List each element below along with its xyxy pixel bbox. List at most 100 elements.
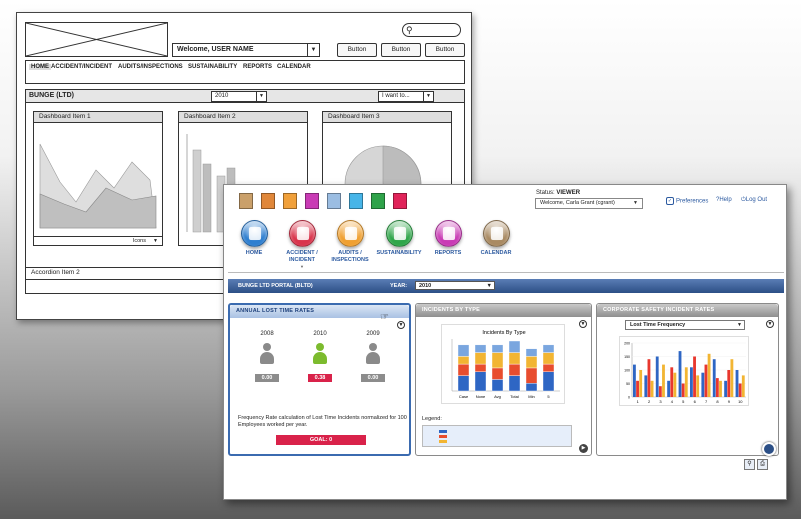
tick-label: None [476,394,486,399]
bar-segment [457,375,470,392]
card-title: INCIDENTS BY TYPE [416,304,591,317]
nav-label: SUSTAINABILITY [376,250,422,256]
rate-value: 0.00 [361,374,385,382]
theme-swatch-lightblue[interactable] [327,193,341,209]
theme-swatch-orange[interactable] [261,193,275,209]
bar [741,375,745,397]
collapse-icon[interactable]: ▼ [766,320,774,328]
zoom-button[interactable] [762,442,776,456]
safety-rates-chart-svg: 0 50 100 150 200 1 2 3 4 5 6 7 8 9 10 [624,342,746,404]
status-value: VIEWER [556,190,581,196]
bar [738,383,742,397]
legend-box [422,425,572,447]
year-select[interactable]: 2010 ▼ [415,281,495,290]
year-select[interactable]: 2010 ▼ [211,91,267,102]
theme-swatch-cyan[interactable] [349,193,363,209]
bar [667,380,671,397]
nav-calendar[interactable]: CALENDAR [470,220,522,257]
chevron-down-icon: ▼ [737,322,742,328]
nav-accident-incident[interactable]: ACCIDENT / INCIDENT ▼ [276,220,328,269]
divider [228,272,784,273]
mouse-cursor-icon: ☞ [380,312,389,323]
bar [636,380,639,397]
status-label: Status: [536,190,555,196]
nav-calendar[interactable]: CALENDAR [277,64,311,70]
bar-segment [474,363,487,372]
preferences-label: Preferences [676,198,709,205]
bar-segment [542,352,555,365]
bar [644,375,648,397]
wireframe-nav: HOME ACCIDENT/INCIDENT AUDITS/INSPECTION… [25,60,465,84]
i-want-to-select[interactable]: I want to... ▼ [378,91,434,102]
safety-rates-chart: 0 50 100 150 200 1 2 3 4 5 6 7 8 9 10 [619,336,749,406]
nav-sustainability[interactable]: SUSTAINABILITY [188,64,237,70]
chevron-down-icon[interactable]: ▼ [153,238,158,244]
logo-placeholder [25,22,168,57]
button-3[interactable]: Button [425,43,465,57]
chevron-down-icon: ▼ [423,92,433,101]
bottle-icon [385,220,413,247]
nav-audits-inspections[interactable]: AUDITS/INSPECTIONS [118,64,183,70]
nav-accident-incident[interactable]: ACCIDENT/INCIDENT [51,64,112,70]
legend-swatch [439,440,447,443]
panel-title: Dashboard Item 2 [179,112,307,123]
chevron-down-icon: ▼ [256,92,266,101]
logout-label: Log Out [745,197,768,203]
welcome-text: Welcome, USER NAME [177,46,254,53]
bar [633,364,636,397]
metric-select[interactable]: Lost Time Frequency ▼ [625,320,745,330]
clipboard-icon [336,220,364,247]
bar-segment [474,371,487,392]
i-want-to-value: I want to... [382,93,410,99]
bar [693,356,696,397]
button-1[interactable]: Button [337,43,377,57]
logout-link[interactable]: ⏻Log Out [741,197,767,204]
tick-label: 10 [738,399,743,404]
portal-label: BUNGE LTD PORTAL (BLTD) [238,283,313,289]
legend-swatch [439,435,447,438]
tick-label: 50 [626,382,630,386]
theme-swatch-tan[interactable] [239,193,253,209]
help-link[interactable]: ?Help [716,197,732,203]
tick-label: 1 [637,399,640,404]
tick-label: 5 [682,399,685,404]
bar-segment [491,367,504,380]
collapse-icon[interactable]: ▼ [579,320,587,328]
theme-swatch-green[interactable] [371,193,385,209]
nav-reports[interactable]: REPORTS [422,220,474,257]
legend-label: Legend: [422,416,442,422]
legend-swatch [439,430,447,433]
bar [715,378,719,397]
nav-audits-inspections[interactable]: AUDITS / INSPECTIONS [324,220,376,264]
welcome-select[interactable]: Welcome, USER NAME ▼ [172,43,320,57]
zoom-in-icon[interactable]: ⚲ [744,459,755,470]
print-icon[interactable]: ⎙ [757,459,768,470]
nav-label: HOME [245,250,263,256]
search-input[interactable]: ⚲ [402,23,461,37]
button-2[interactable]: Button [381,43,421,57]
bar-segment [457,356,470,365]
next-arrow-icon[interactable]: ▶ [579,444,588,453]
bar [658,386,662,397]
bar [704,364,708,397]
bar-segment [491,379,504,392]
user-select[interactable]: Welcome, Carla Grant (cgrant) ▼ [535,198,643,209]
panel-title: Dashboard Item 1 [34,112,162,123]
theme-swatch-amber[interactable] [283,193,297,209]
collapse-icon[interactable]: ▼ [397,321,405,329]
nav-home[interactable]: HOME [29,64,51,70]
card-title: CORPORATE SAFETY INCIDENT RATES [597,304,778,317]
nav-home[interactable]: HOME [228,220,280,257]
nav-reports[interactable]: REPORTS [243,64,272,70]
person-icon [260,343,274,364]
nav-sustainability[interactable]: SUSTAINABILITY [373,220,425,257]
year-label: 2008 [260,331,274,337]
bar [647,359,651,397]
bar-segment [542,363,555,372]
theme-swatch-red[interactable] [393,193,407,209]
theme-swatch-magenta[interactable] [305,193,319,209]
status-text: Status: VIEWER [536,190,580,196]
preferences-link[interactable]: ✓ Preferences [666,197,708,205]
bar [681,383,685,397]
rate-value: 0.00 [255,374,279,382]
